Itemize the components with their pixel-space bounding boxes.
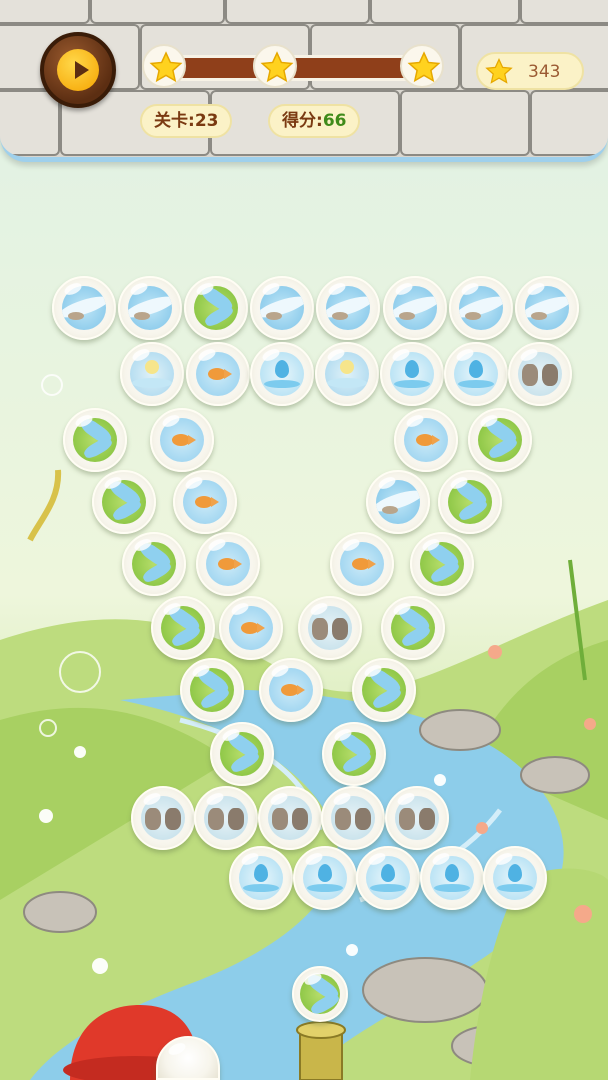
bubble-sun[interactable] bbox=[120, 342, 184, 406]
bubble-sun[interactable] bbox=[315, 342, 379, 406]
bubble-fish[interactable] bbox=[330, 532, 394, 596]
level-label: 关卡: bbox=[154, 111, 195, 131]
bubble-drop[interactable] bbox=[380, 342, 444, 406]
bubble-drop[interactable] bbox=[250, 342, 314, 406]
bubble-grass[interactable] bbox=[438, 470, 502, 534]
play-icon bbox=[57, 49, 99, 91]
bubble-drop[interactable] bbox=[444, 342, 508, 406]
coin-count: 343 bbox=[528, 62, 561, 82]
star-icon bbox=[260, 51, 294, 83]
bubble-grass[interactable] bbox=[468, 408, 532, 472]
bubble-grass[interactable] bbox=[381, 596, 445, 660]
bubble-fish[interactable] bbox=[186, 342, 250, 406]
star-icon bbox=[407, 51, 441, 83]
bubble-river[interactable] bbox=[515, 276, 579, 340]
game-scene: 343 关卡:23 得分:66 bbox=[0, 0, 608, 1080]
score-value: 66 bbox=[322, 111, 347, 131]
bubble-grass[interactable] bbox=[352, 658, 416, 722]
progress-star-3 bbox=[400, 44, 444, 88]
bubble-grass[interactable] bbox=[151, 596, 215, 660]
bubble-rock[interactable] bbox=[385, 786, 449, 850]
bubble-grass[interactable] bbox=[210, 722, 274, 786]
star-coin-icon bbox=[485, 58, 513, 84]
coin-counter: 343 bbox=[476, 52, 584, 90]
bubble-grass[interactable] bbox=[122, 532, 186, 596]
level-pill: 关卡:23 bbox=[140, 104, 233, 138]
progress-star-2 bbox=[253, 44, 297, 88]
bubble-drop[interactable] bbox=[420, 846, 484, 910]
meadow-background bbox=[0, 374, 608, 1080]
star-icon bbox=[149, 51, 183, 83]
current-shot-bubble[interactable] bbox=[292, 966, 348, 1022]
level-value: 23 bbox=[194, 111, 219, 131]
bubble-drop[interactable] bbox=[483, 846, 547, 910]
bubble-fish[interactable] bbox=[219, 596, 283, 660]
play-button[interactable] bbox=[40, 32, 116, 108]
bubble-grass[interactable] bbox=[92, 470, 156, 534]
bubble-grass[interactable] bbox=[63, 408, 127, 472]
bubble-drop[interactable] bbox=[356, 846, 420, 910]
bubble-rock[interactable] bbox=[508, 342, 572, 406]
bubble-fish[interactable] bbox=[394, 408, 458, 472]
bubble-fish[interactable] bbox=[150, 408, 214, 472]
bubble-river[interactable] bbox=[52, 276, 116, 340]
bubble-drop[interactable] bbox=[229, 846, 293, 910]
bubble-rock[interactable] bbox=[258, 786, 322, 850]
score-label: 得分: bbox=[282, 111, 323, 131]
bubble-grass[interactable] bbox=[322, 722, 386, 786]
bubble-drop[interactable] bbox=[293, 846, 357, 910]
bubble-fish[interactable] bbox=[196, 532, 260, 596]
bubble-river[interactable] bbox=[383, 276, 447, 340]
bubble-fish[interactable] bbox=[173, 470, 237, 534]
bubble-river[interactable] bbox=[316, 276, 380, 340]
bubble-river[interactable] bbox=[366, 470, 430, 534]
progress-star-1 bbox=[142, 44, 186, 88]
bubble-grass[interactable] bbox=[184, 276, 248, 340]
bubble-river[interactable] bbox=[250, 276, 314, 340]
bubble-grass[interactable] bbox=[410, 532, 474, 596]
bubble-river[interactable] bbox=[118, 276, 182, 340]
bubble-rock[interactable] bbox=[298, 596, 362, 660]
bubble-rock[interactable] bbox=[131, 786, 195, 850]
bubble-fish[interactable] bbox=[259, 658, 323, 722]
top-hud: 343 关卡:23 得分:66 bbox=[0, 0, 608, 162]
bubble-rock[interactable] bbox=[194, 786, 258, 850]
bubble-rock[interactable] bbox=[321, 786, 385, 850]
bubble-river[interactable] bbox=[449, 276, 513, 340]
bubble-grass[interactable] bbox=[180, 658, 244, 722]
score-pill: 得分:66 bbox=[268, 104, 361, 138]
